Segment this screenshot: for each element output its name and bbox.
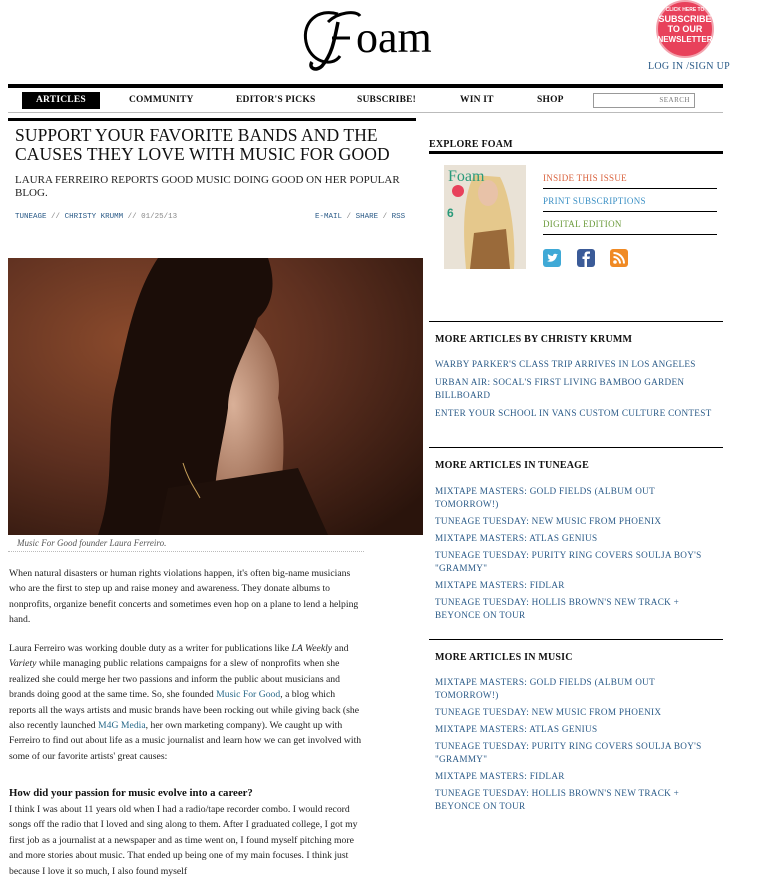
article-photo (8, 258, 423, 535)
explore-rule (429, 151, 723, 154)
magazine-cover[interactable]: Foam 6 (444, 165, 526, 269)
login-signup-link[interactable]: LOG IN /SIGN UP (648, 61, 730, 72)
m4g-media-link[interactable]: M4G Media (98, 720, 146, 731)
related-article-link[interactable]: ENTER YOUR SCHOOL IN VANS CUSTOM CULTURE… (435, 407, 719, 420)
related-article-link[interactable]: MIXTAPE MASTERS: GOLD FIELDS (ALBUM OUT … (435, 676, 719, 702)
interview-question: How did your passion for music evolve in… (9, 787, 253, 799)
more-in-tuneage-list: MIXTAPE MASTERS: GOLD FIELDS (ALBUM OUT … (435, 485, 719, 622)
category-link[interactable]: TUNEAGE (15, 213, 47, 221)
action-separator: / (346, 213, 352, 221)
explore-foam-heading: EXPLORE FOAM (429, 139, 513, 150)
nav-community[interactable]: COMMUNITY (129, 92, 194, 109)
article-meta: TUNEAGE // CHRISTY KRUMM // 01/25/13 (15, 213, 177, 221)
newsletter-line: SUBSCRIBE (658, 14, 711, 24)
article-title: SUPPORT YOUR FAVORITE BANDS AND THE CAUS… (15, 125, 390, 164)
newsletter-line: TO OUR (668, 24, 703, 34)
related-article-link[interactable]: TUNEAGE TUESDAY: HOLLIS BROWN'S NEW TRAC… (435, 596, 719, 622)
print-subscriptions-link[interactable]: PRINT SUBSCRIPTIONS (543, 196, 717, 212)
music-for-good-link[interactable]: Music For Good (216, 689, 280, 700)
article-top-rule (8, 118, 416, 121)
related-article-link[interactable]: TUNEAGE TUESDAY: PURITY RING COVERS SOUL… (435, 549, 719, 575)
related-article-link[interactable]: MIXTAPE MASTERS: ATLAS GENIUS (435, 532, 719, 545)
nav-editors-picks[interactable]: EDITOR'S PICKS (236, 92, 315, 109)
related-article-link[interactable]: TUNEAGE TUESDAY: PURITY RING COVERS SOUL… (435, 740, 719, 766)
section-rule (429, 639, 723, 640)
caption-rule (8, 551, 364, 552)
related-article-link[interactable]: MIXTAPE MASTERS: ATLAS GENIUS (435, 723, 719, 736)
related-article-link[interactable]: MIXTAPE MASTERS: GOLD FIELDS (ALBUM OUT … (435, 485, 719, 511)
newsletter-line: NEWSLETTER (657, 35, 712, 44)
nav-articles[interactable]: ARTICLES (22, 92, 100, 109)
more-in-music-heading: MORE ARTICLES IN MUSIC (435, 652, 573, 663)
text-run: Laura Ferreiro was working double duty a… (9, 643, 292, 654)
related-article-link[interactable]: TUNEAGE TUESDAY: NEW MUSIC FROM PHOENIX (435, 706, 719, 719)
logo-text: oam (356, 13, 432, 62)
text-run: and (332, 643, 349, 654)
nav-bottom-rule (8, 112, 723, 113)
more-in-tuneage-heading: MORE ARTICLES IN TUNEAGE (435, 460, 590, 471)
rss-icon[interactable] (610, 249, 628, 267)
nav-subscribe[interactable]: SUBSCRIBE! (357, 92, 416, 109)
publication-name: LA Weekly (291, 643, 333, 654)
twitter-icon[interactable] (543, 249, 561, 267)
related-article-link[interactable]: TUNEAGE TUESDAY: NEW MUSIC FROM PHOENIX (435, 515, 719, 528)
newsletter-line: CLICK HERE TO (666, 7, 705, 13)
action-separator: / (382, 213, 388, 221)
related-article-link[interactable]: WARBY PARKER'S CLASS TRIP ARRIVES IN LOS… (435, 358, 719, 371)
foam-logo[interactable]: oam (298, 2, 448, 74)
more-by-author-heading: MORE ARTICLES BY CHRISTY KRUMM (435, 334, 633, 345)
related-article-link[interactable]: MIXTAPE MASTERS: FIDLAR (435, 579, 719, 592)
search-input[interactable]: SEARCH (593, 93, 695, 108)
section-rule (429, 447, 723, 448)
section-rule (429, 321, 723, 322)
nav-win-it[interactable]: WIN IT (460, 92, 494, 109)
article-subtitle: LAURA FERREIRO REPORTS GOOD MUSIC DOING … (15, 174, 400, 199)
meta-separator: // (51, 213, 61, 221)
main-nav: ARTICLES COMMUNITY EDITOR'S PICKS SUBSCR… (8, 88, 723, 112)
related-article-link[interactable]: TUNEAGE TUESDAY: HOLLIS BROWN'S NEW TRAC… (435, 787, 719, 813)
related-article-link[interactable]: MIXTAPE MASTERS: FIDLAR (435, 770, 719, 783)
article-paragraph: Laura Ferreiro was working double duty a… (9, 641, 364, 764)
rss-link[interactable]: RSS (392, 213, 406, 221)
email-link[interactable]: E-MAIL (315, 213, 342, 221)
interview-answer: I think I was about 11 years old when I … (9, 804, 358, 877)
meta-separator: // (127, 213, 137, 221)
nav-shop[interactable]: SHOP (537, 92, 564, 109)
newsletter-badge[interactable]: CLICK HERE TO SUBSCRIBE TO OUR NEWSLETTE… (652, 0, 718, 60)
photo-caption: Music For Good founder Laura Ferreiro. (17, 538, 167, 548)
more-in-music-list: MIXTAPE MASTERS: GOLD FIELDS (ALBUM OUT … (435, 676, 719, 813)
author-link[interactable]: CHRISTY KRUMM (65, 213, 124, 221)
inside-this-issue-link[interactable]: INSIDE THIS ISSUE (543, 173, 717, 189)
cover-badge: 6 (447, 206, 454, 220)
article-date: 01/25/13 (141, 213, 178, 221)
publication-name: Variety (9, 658, 37, 670)
digital-edition-link[interactable]: DIGITAL EDITION (543, 219, 717, 235)
cover-logo: Foam (448, 168, 485, 185)
related-article-link[interactable]: URBAN AIR: SOCAL'S FIRST LIVING BAMBOO G… (435, 376, 719, 402)
more-by-author-list: WARBY PARKER'S CLASS TRIP ARRIVES IN LOS… (435, 358, 719, 420)
share-link[interactable]: SHARE (356, 213, 379, 221)
article-actions: E-MAIL / SHARE / RSS (315, 213, 405, 221)
facebook-icon[interactable] (577, 249, 595, 267)
article-paragraph: When natural disasters or human rights v… (9, 568, 359, 626)
